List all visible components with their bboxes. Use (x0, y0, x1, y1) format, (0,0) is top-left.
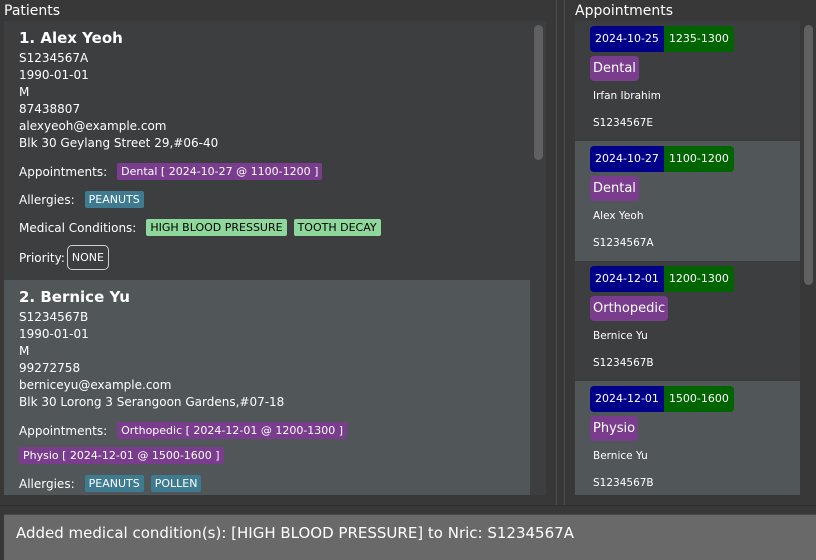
allergies-label: Allergies: (19, 476, 75, 491)
patient-dob: 1990-01-01 (19, 68, 89, 82)
patient-address: Blk 30 Geylang Street 29,#06-40 (19, 136, 219, 150)
patient-nric: S1234567B (19, 310, 89, 324)
appointment-patient-nric: S1234567E (593, 117, 654, 129)
appointment-card[interactable]: 2024-12-01 1200-1300 Orthopedic Bernice … (575, 261, 800, 381)
patient-list-scrollbar[interactable] (534, 25, 543, 160)
patient-name: 2. Bernice Yu (19, 288, 130, 306)
appointment-type: Physio (590, 416, 639, 441)
patient-name: 1. Alex Yeoh (19, 29, 123, 47)
panel-divider[interactable] (556, 0, 557, 505)
appointment-date: 2024-12-01 (590, 386, 664, 412)
appointment-time: 1200-1300 (663, 266, 734, 292)
appointment-type: Orthopedic (590, 296, 669, 321)
priority-label: Priority: (19, 250, 65, 265)
appointment-date: 2024-10-25 (590, 26, 664, 52)
medical-condition-tag: TOOTH DECAY (293, 219, 381, 236)
appointments-label: Appointments: (19, 423, 108, 438)
appointment-date: 2024-10-27 (590, 146, 664, 172)
appointment-datetime: 2024-10-25 1235-1300 (590, 26, 734, 52)
appointment-patient-nric: S1234567B (593, 357, 654, 369)
patient-email: alexyeoh@example.com (19, 119, 167, 133)
appointment-datetime: 2024-10-27 1100-1200 (590, 146, 734, 172)
allergies-label: Allergies: (19, 192, 75, 207)
patient-sex: M (19, 85, 30, 99)
appointments-panel-title: Appointments (575, 3, 674, 19)
patient-list[interactable]: 1. Alex Yeoh S1234567A 1990-01-01 M 8743… (4, 21, 546, 495)
medical-conditions-label: Medical Conditions: (19, 220, 137, 235)
appointment-patient-nric: S1234567B (593, 477, 654, 489)
patient-phone: 99272758 (19, 361, 81, 375)
patient-address: Blk 30 Lorong 3 Serangoon Gardens,#07-18 (19, 395, 285, 409)
appointments-row: Appointments: Dental [ 2024-10-27 @ 1100… (19, 163, 530, 180)
appointment-time: 1500-1600 (663, 386, 734, 412)
appointments-label: Appointments: (19, 164, 108, 179)
appointment-tag: Dental [ 2024-10-27 @ 1100-1200 ] (117, 163, 323, 180)
patient-phone: 87438807 (19, 102, 81, 116)
appointment-patient-nric: S1234567A (593, 237, 654, 249)
appointment-type: Dental (590, 176, 639, 201)
appointment-patient-name: Alex Yeoh (593, 210, 644, 222)
allergies-row: Allergies: PEANUTS POLLEN (19, 475, 530, 492)
priority-badge: NONE (66, 245, 109, 270)
appointment-datetime: 2024-12-01 1200-1300 (590, 266, 734, 292)
appointment-patient-name: Irfan Ibrahim (593, 90, 661, 102)
patients-panel-title: Patients (4, 3, 61, 19)
patient-sex: M (19, 344, 30, 358)
appointment-tag: Orthopedic [ 2024-12-01 @ 1200-1300 ] (117, 422, 348, 439)
appointment-patient-name: Bernice Yu (593, 330, 648, 342)
medical-condition-tag: HIGH BLOOD PRESSURE (146, 219, 287, 236)
appointment-patient-name: Bernice Yu (593, 450, 648, 462)
appointment-tag: Physio [ 2024-12-01 @ 1500-1600 ] (19, 447, 224, 464)
result-display: Added medical condition(s): [HIGH BLOOD … (4, 514, 816, 560)
panel-divider (564, 0, 565, 505)
appointment-card[interactable]: 2024-10-25 1235-1300 Dental Irfan Ibrahi… (575, 21, 800, 141)
allergy-tag: POLLEN (150, 475, 202, 492)
patient-nric: S1234567A (19, 51, 89, 65)
patient-card[interactable]: 1. Alex Yeoh S1234567A 1990-01-01 M 8743… (4, 21, 530, 280)
appointments-row: Appointments: Orthopedic [ 2024-12-01 @ … (19, 422, 530, 464)
appointment-time: 1235-1300 (663, 26, 734, 52)
appointment-card[interactable]: 2024-10-27 1100-1200 Dental Alex Yeoh S1… (575, 141, 800, 261)
allergy-tag: PEANUTS (84, 475, 144, 492)
appointment-datetime: 2024-12-01 1500-1600 (590, 386, 734, 412)
priority-row: Priority: NONE (19, 245, 530, 270)
allergy-tag: PEANUTS (84, 191, 144, 208)
allergies-row: Allergies: PEANUTS (19, 191, 530, 208)
appointment-type: Dental (590, 56, 639, 81)
appointment-list[interactable]: 2024-10-25 1235-1300 Dental Irfan Ibrahi… (575, 21, 800, 495)
result-divider[interactable] (0, 505, 816, 506)
patient-email: berniceyu@example.com (19, 378, 172, 392)
appointment-list-scrollbar[interactable] (804, 25, 813, 285)
patient-dob: 1990-01-01 (19, 327, 89, 341)
medical-conditions-row: Medical Conditions: HIGH BLOOD PRESSURE … (19, 219, 530, 236)
appointment-card[interactable]: 2024-12-01 1500-1600 Physio Bernice Yu S… (575, 381, 800, 495)
appointment-time: 1100-1200 (663, 146, 734, 172)
appointment-date: 2024-12-01 (590, 266, 664, 292)
patient-card[interactable]: 2. Bernice Yu S1234567B 1990-01-01 M 992… (4, 280, 530, 495)
